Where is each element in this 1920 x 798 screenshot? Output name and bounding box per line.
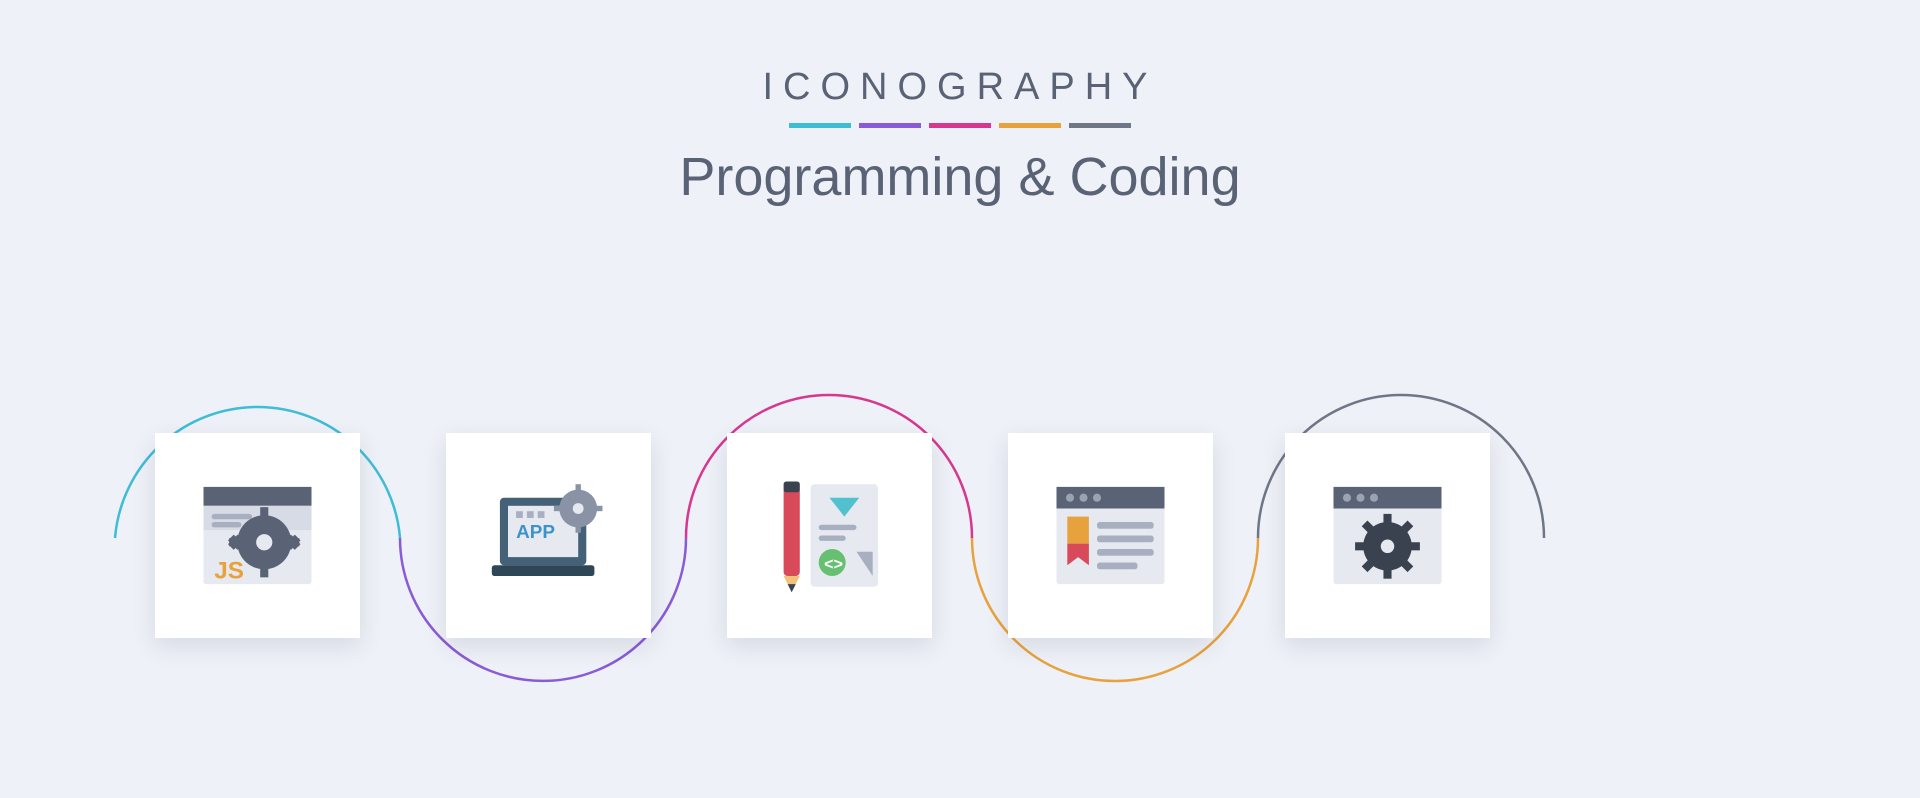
underline-segment — [1069, 123, 1131, 128]
brand-label: ICONOGRAPHY — [0, 66, 1920, 109]
icon-stage: JS APP — [0, 290, 1920, 760]
web-certificate-icon — [1043, 468, 1178, 603]
svg-text:APP: APP — [516, 522, 555, 543]
js-settings-icon: JS — [190, 468, 325, 603]
icon-card: <> — [727, 433, 932, 638]
icon-card — [1008, 433, 1213, 638]
underline-segment — [859, 123, 921, 128]
browser-gear-icon — [1320, 468, 1455, 603]
icon-card: JS — [155, 433, 360, 638]
icon-card — [1285, 433, 1490, 638]
icon-card: APP — [446, 433, 651, 638]
app-develop-icon: APP — [481, 468, 616, 603]
underline-segment — [789, 123, 851, 128]
underline-segment — [929, 123, 991, 128]
header: ICONOGRAPHY Programming & Coding — [0, 0, 1920, 208]
svg-text:JS: JS — [214, 558, 244, 585]
icon-cards: JS APP — [0, 290, 1920, 760]
svg-text:<>: <> — [824, 555, 843, 573]
brand-underline — [0, 123, 1920, 128]
underline-segment — [999, 123, 1061, 128]
page-title: Programming & Coding — [0, 146, 1920, 208]
design-document-icon: <> — [762, 468, 897, 603]
